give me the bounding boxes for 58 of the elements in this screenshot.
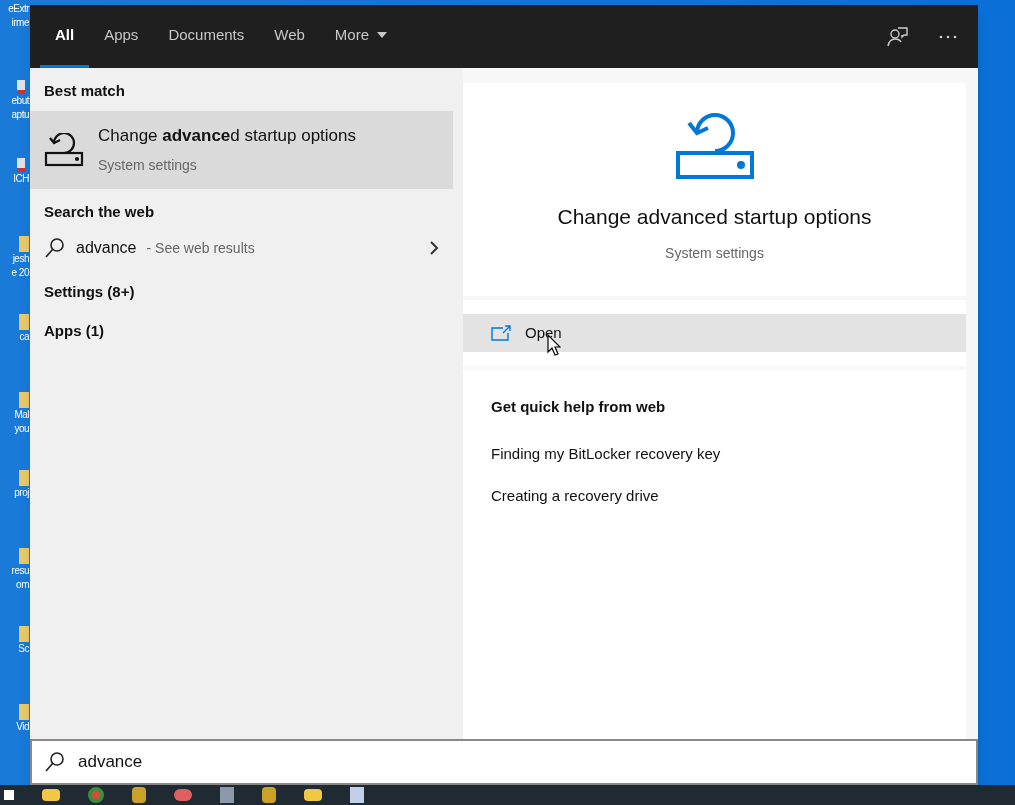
desktop-icon-label: resu <box>11 564 29 578</box>
file-icon <box>17 158 25 172</box>
desktop-icon-label: aptu <box>11 108 29 122</box>
help-link[interactable]: Creating a recovery drive <box>491 475 938 518</box>
desktop-icon-label: e 20 <box>11 266 29 280</box>
filter-tab[interactable]: More <box>319 5 402 68</box>
preview-subtitle: System settings <box>665 243 764 263</box>
desktop-icon-label: irme <box>11 16 29 30</box>
section-heading: Search the web <box>43 201 156 222</box>
folder-icon[interactable] <box>304 789 322 801</box>
folder-icon <box>19 236 29 252</box>
file-icon <box>17 80 25 94</box>
result-group-heading[interactable]: Settings (8+) <box>30 273 453 312</box>
search-icon <box>44 751 66 773</box>
folder-icon <box>19 470 29 486</box>
desktop-icon-label: ebut <box>11 94 29 108</box>
desktop-icon-label: you <box>14 422 29 436</box>
paint-icon[interactable] <box>174 789 192 801</box>
desktop-icon-label: ca <box>19 330 29 344</box>
desktop-icon-label: ICH <box>13 172 29 186</box>
restart-drive-icon <box>44 132 84 167</box>
best-match-item[interactable]: Change advanced startup options System settings <box>30 110 453 189</box>
folder-icon <box>19 626 29 642</box>
browser-icon[interactable] <box>88 787 104 803</box>
restart-drive-icon <box>674 111 755 181</box>
desktop-icon-label: Vid <box>16 720 29 734</box>
search-query: advance <box>78 751 143 774</box>
feedback-icon <box>887 25 909 48</box>
folder-icon <box>19 548 29 564</box>
desktop-icon-label: eExtr <box>8 2 29 16</box>
chevron-right-icon <box>429 240 439 256</box>
search-icon <box>44 237 66 259</box>
filter-tab[interactable]: Apps <box>89 5 154 68</box>
folder-icon <box>19 392 29 408</box>
desktop-icon-label: om <box>16 578 29 592</box>
open-window-icon <box>491 325 511 341</box>
filter-tab[interactable]: Web <box>259 5 320 68</box>
result-title: Change advanced startup options <box>98 125 357 148</box>
help-link[interactable]: Finding my BitLocker recovery key <box>491 432 938 475</box>
web-search-item[interactable]: advance - See web results <box>30 223 453 273</box>
preview-title: Change advanced startup options <box>557 204 872 230</box>
desktop-icon-label: proj <box>14 486 29 500</box>
desktop-icon-label: Mal <box>14 408 29 422</box>
result-subtitle: System settings <box>98 155 198 175</box>
web-query: advance <box>76 238 137 258</box>
desktop-icon-label: jesh <box>12 252 29 266</box>
folder-icon <box>19 314 29 330</box>
ellipsis-icon <box>939 34 957 39</box>
search-box[interactable]: advance <box>30 739 978 785</box>
filter-tab[interactable]: Documents <box>153 5 260 68</box>
result-group-heading[interactable]: Apps (1) <box>30 311 453 350</box>
folder-icon[interactable] <box>42 789 60 801</box>
folder-icon <box>19 704 29 720</box>
web-results-hint: - See web results <box>146 238 255 258</box>
desktop-icon-label: Sc <box>18 642 29 656</box>
help-heading: Get quick help from web <box>491 397 667 417</box>
section-heading: Best match <box>43 81 126 101</box>
filter-tab[interactable]: All <box>40 5 90 68</box>
